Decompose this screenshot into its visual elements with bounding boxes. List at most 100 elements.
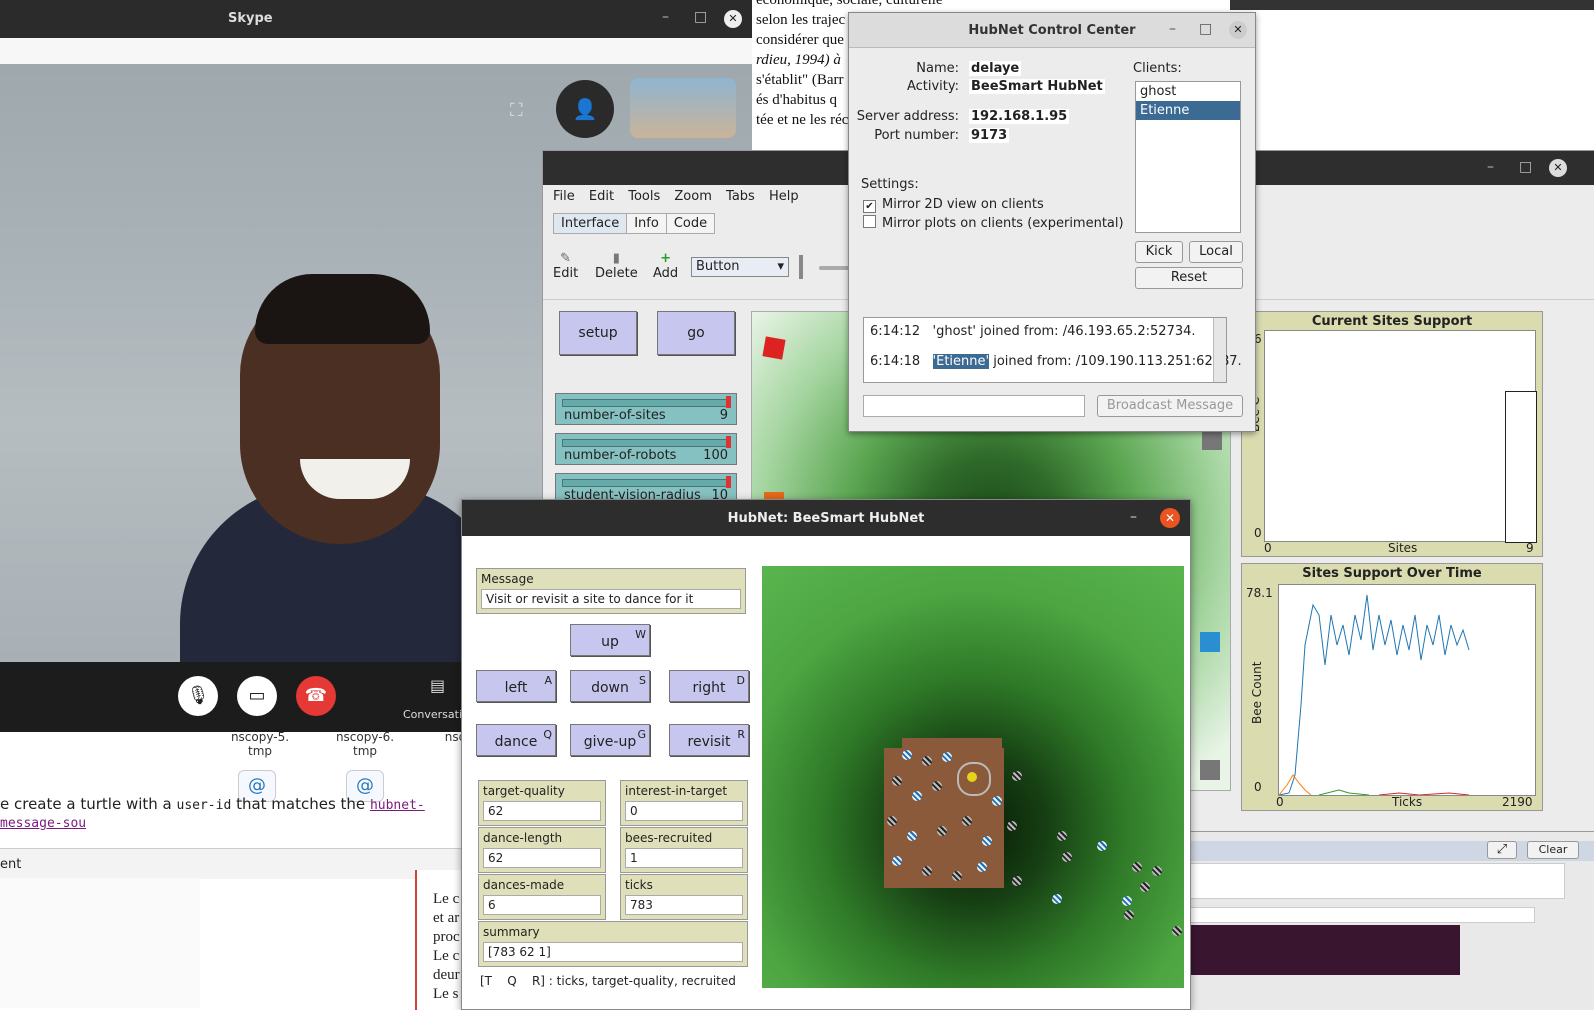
screen-icon[interactable]: ⛶: [510, 100, 523, 121]
menu-tabs[interactable]: Tabs: [726, 189, 755, 204]
maximize-icon[interactable]: □: [694, 9, 707, 25]
menu-file[interactable]: File: [553, 189, 575, 204]
clear-button[interactable]: Clear: [1527, 841, 1579, 859]
conversation-label[interactable]: Conversatio: [403, 708, 469, 721]
bee: [1012, 876, 1022, 886]
go-button[interactable]: go: [657, 311, 735, 355]
bee: [942, 752, 952, 762]
file-nscopy-5[interactable]: nscopy-5. tmp: [225, 730, 295, 758]
add-person-icon[interactable]: 👤: [556, 80, 614, 138]
background-panel: [1180, 925, 1460, 975]
menu-edit[interactable]: Edit: [589, 189, 614, 204]
maximize-icon[interactable]: □: [1199, 21, 1212, 37]
file-nscopy-6[interactable]: nscopy-6. tmp: [330, 730, 400, 758]
port-value: 9173: [969, 128, 1010, 143]
edit-tool[interactable]: ✎ Edit: [553, 251, 578, 281]
minimize-icon[interactable]: –: [1169, 21, 1176, 37]
left-button[interactable]: left A: [476, 670, 556, 702]
monitor-dances-made: dances-made 6: [478, 874, 606, 920]
dance-button[interactable]: dance Q: [476, 724, 556, 756]
site-red: [762, 336, 786, 360]
bee: [977, 862, 987, 872]
minimize-icon[interactable]: –: [662, 9, 669, 25]
mirror-plots-checkbox[interactable]: Mirror plots on clients (experimental): [863, 215, 1124, 231]
command-output[interactable]: [1183, 863, 1565, 899]
monitor-target-quality: target-quality 62: [478, 780, 606, 826]
widget-type-select[interactable]: Button ▾: [691, 257, 789, 277]
hubnet-client-window: HubNet: BeeSmart HubNet – ✕ Message Visi…: [461, 499, 1191, 1010]
site-gray: [1202, 430, 1222, 450]
skype-titlebar: Skype – □ ✕: [0, 0, 752, 38]
tab-code[interactable]: Code: [665, 213, 716, 234]
summary-legend: [T Q R] : ticks, target-quality, recruit…: [480, 974, 736, 988]
minimize-icon[interactable]: –: [1487, 159, 1494, 175]
up-button[interactable]: up W: [570, 624, 650, 656]
broadcast-input[interactable]: [863, 395, 1085, 417]
hcc-title: HubNet Control Center: [968, 23, 1136, 38]
menu-help[interactable]: Help: [769, 189, 799, 204]
message-monitor: Message Visit or revisit a site to dance…: [476, 568, 746, 614]
hangup-button[interactable]: ☎: [296, 676, 336, 716]
down-button[interactable]: down S: [570, 670, 650, 702]
broadcast-button[interactable]: Broadcast Message: [1097, 395, 1243, 417]
add-tool[interactable]: + Add: [653, 251, 678, 281]
menu-tools[interactable]: Tools: [628, 189, 660, 204]
bee: [907, 831, 917, 841]
close-icon[interactable]: ✕: [1160, 508, 1180, 528]
reset-button[interactable]: Reset: [1135, 267, 1243, 289]
bee: [1007, 821, 1017, 831]
slider-number-of-sites[interactable]: number-of-sites 9: [555, 393, 737, 425]
monitor-summary: summary [783 62 1]: [478, 921, 748, 967]
chat-icon[interactable]: ▤: [430, 676, 445, 695]
slider-number-of-robots[interactable]: number-of-robots 100: [555, 433, 737, 465]
client-item[interactable]: Etienne: [1136, 101, 1240, 120]
close-icon[interactable]: ✕: [1549, 159, 1567, 177]
command-input[interactable]: [1183, 907, 1535, 923]
activity-log[interactable]: 6:14:12 'ghost' joined from: /46.193.65.…: [863, 317, 1242, 383]
menu-zoom[interactable]: Zoom: [674, 189, 711, 204]
setup-button[interactable]: setup: [559, 311, 637, 355]
revisit-button[interactable]: revisit R: [669, 724, 749, 756]
bee: [967, 772, 977, 782]
activity-value: BeeSmart HubNet: [969, 79, 1105, 94]
bee: [992, 796, 1002, 806]
bee: [1124, 910, 1134, 920]
give-up-button[interactable]: give-up G: [570, 724, 650, 756]
bee: [892, 856, 902, 866]
kick-button[interactable]: Kick: [1135, 241, 1183, 263]
hubnet-control-center: HubNet Control Center – □ ✕ Name: delaye …: [848, 12, 1256, 432]
tab-info[interactable]: Info: [626, 213, 667, 234]
local-button[interactable]: Local: [1189, 241, 1243, 263]
microphone-icon[interactable]: 🎙: [178, 676, 218, 716]
minimize-icon[interactable]: –: [1130, 509, 1137, 525]
tab-bar: Interface Info Code: [553, 213, 716, 234]
message-text: Visit or revisit a site to dance for it: [481, 589, 741, 609]
log-scrollbar[interactable]: [1213, 318, 1226, 382]
bee: [982, 836, 992, 846]
bee: [1062, 852, 1072, 862]
client-world-view[interactable]: [762, 566, 1184, 988]
bee: [1057, 831, 1067, 841]
footer-label: ent: [0, 857, 22, 872]
bee: [922, 756, 932, 766]
delete-tool[interactable]: ▮ Delete: [595, 251, 638, 281]
monitor-ticks: ticks 783: [620, 874, 748, 920]
expand-icon[interactable]: ⤢: [1487, 841, 1517, 859]
client-item[interactable]: ghost: [1136, 82, 1240, 101]
check-icon: ✔: [863, 200, 876, 213]
self-preview[interactable]: [630, 78, 736, 138]
bar-site: [1505, 391, 1537, 543]
site-blue: [1200, 632, 1220, 652]
mirror-2d-checkbox[interactable]: ✔ Mirror 2D view on clients: [863, 197, 1044, 213]
maximize-icon[interactable]: □: [1519, 159, 1532, 175]
chevron-down-icon: ▾: [777, 259, 784, 274]
client-title: HubNet: BeeSmart HubNet: [727, 511, 925, 526]
speed-slider[interactable]: [819, 266, 849, 270]
bee: [1097, 841, 1107, 851]
close-icon[interactable]: ✕: [724, 10, 742, 28]
camera-icon[interactable]: ▭: [237, 676, 277, 716]
skype-title: Skype: [228, 11, 273, 26]
right-button[interactable]: right D: [669, 670, 749, 702]
close-icon[interactable]: ✕: [1229, 21, 1247, 39]
tab-interface[interactable]: Interface: [553, 213, 628, 234]
